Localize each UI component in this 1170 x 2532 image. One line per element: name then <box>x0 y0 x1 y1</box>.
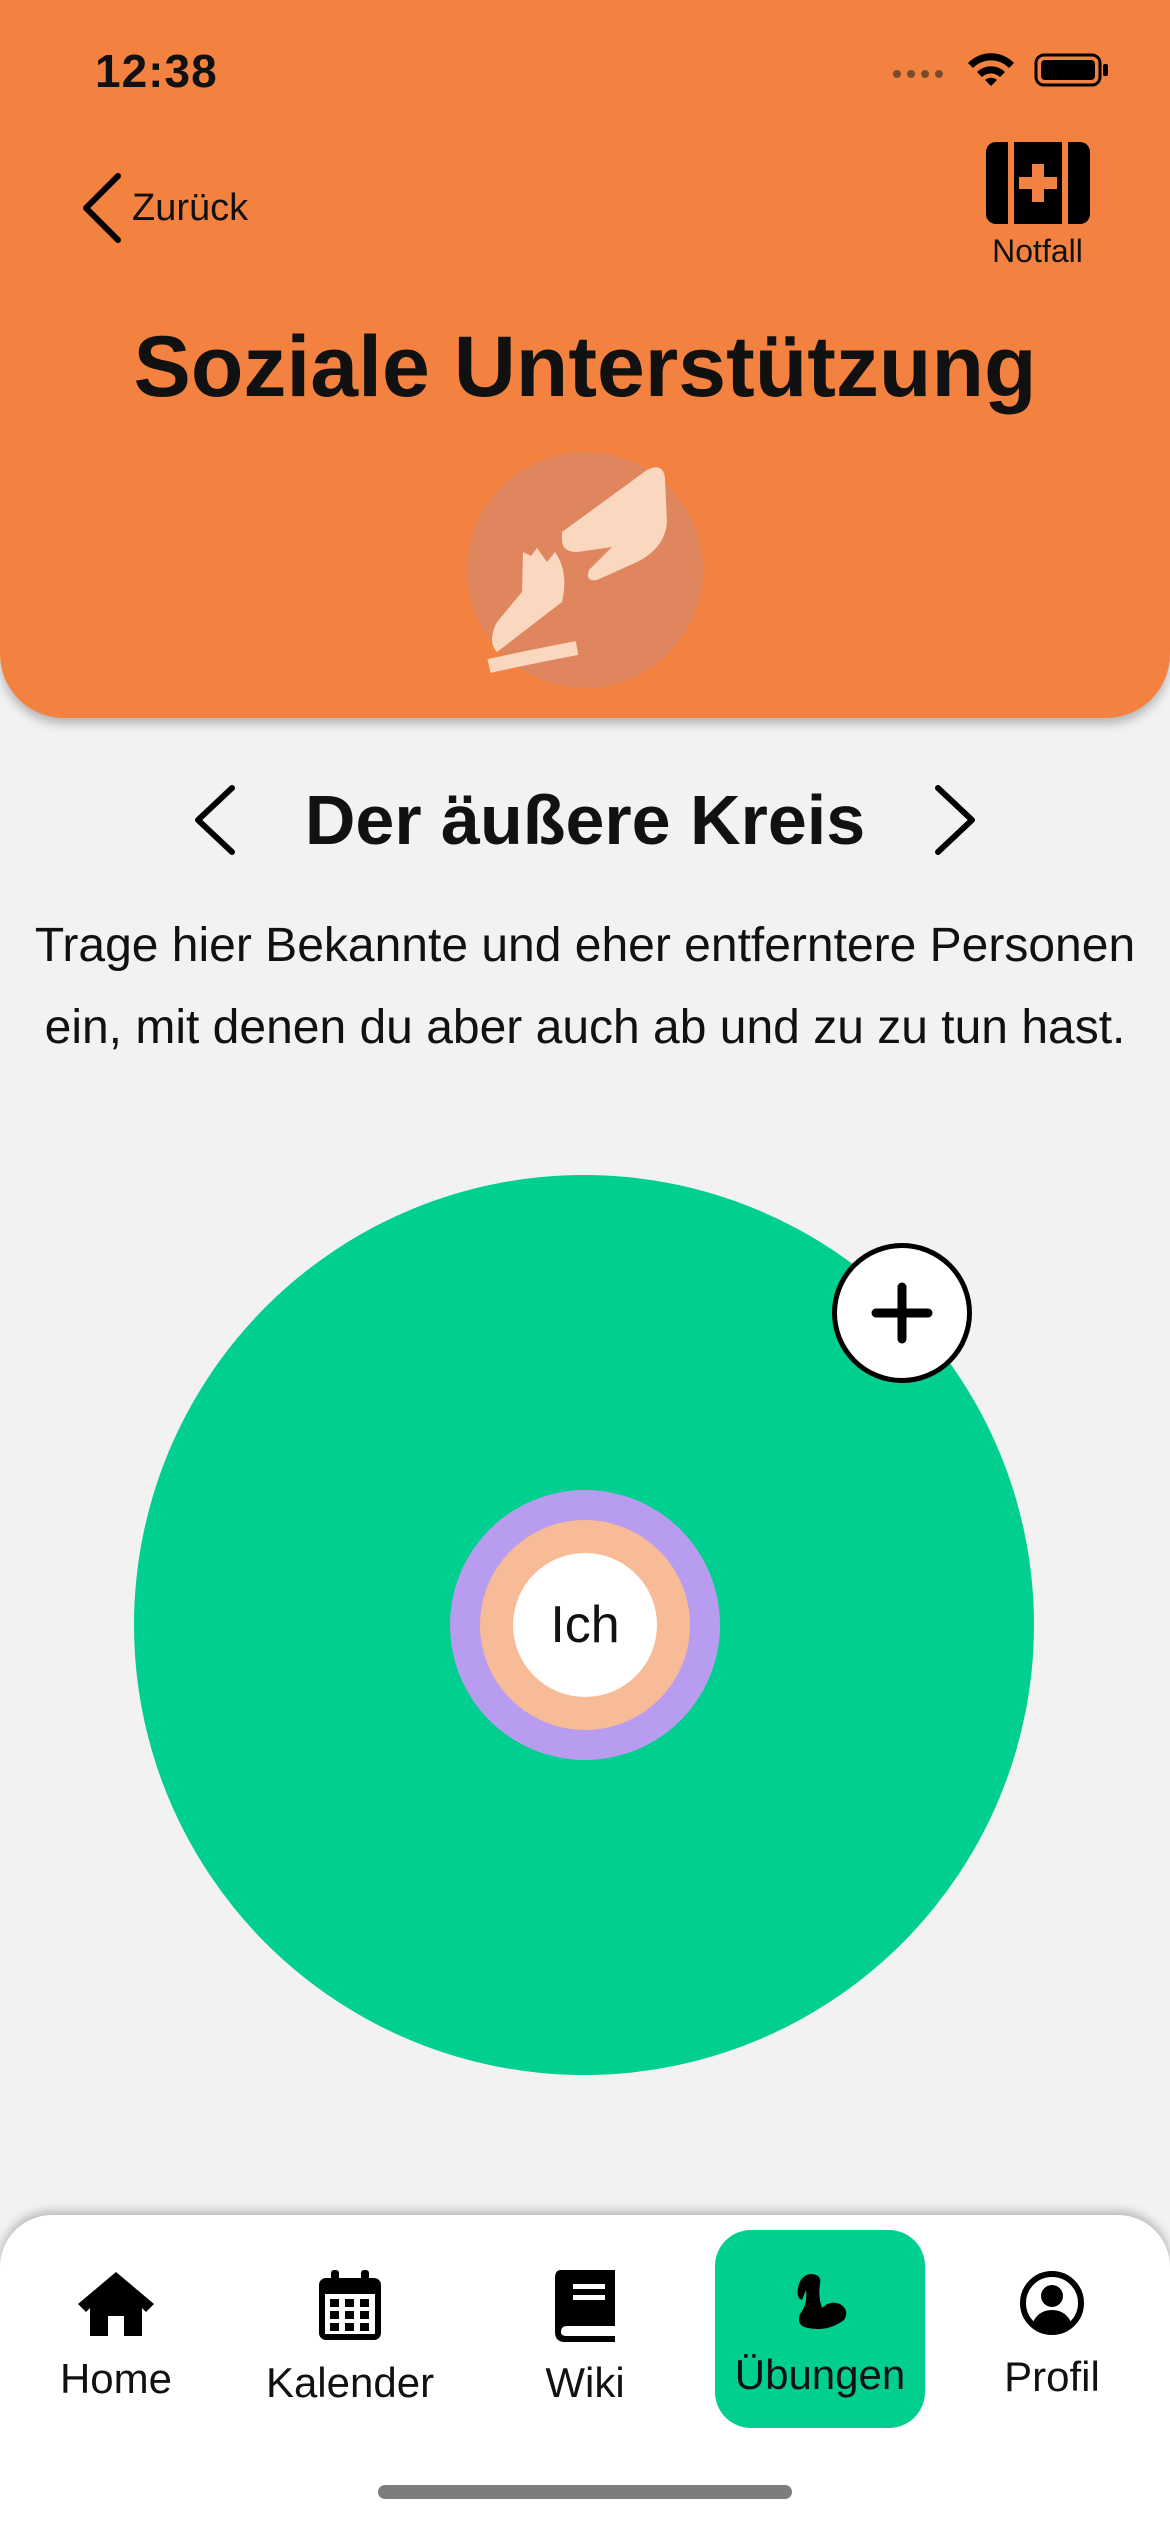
wifi-icon <box>968 53 1014 86</box>
next-section-button[interactable] <box>925 780 985 860</box>
profile-icon <box>1020 2271 1084 2335</box>
emergency-button[interactable]: Notfall <box>975 142 1100 270</box>
tab-home[interactable]: Home <box>11 2230 221 2428</box>
tab-label: Home <box>59 2355 173 2402</box>
tab-label: Profil <box>1004 2353 1100 2400</box>
emergency-label: Notfall <box>992 233 1083 269</box>
center-label: Ich <box>550 1596 620 1654</box>
back-label: Zurück <box>132 186 249 229</box>
center-me: Ich <box>513 1553 657 1697</box>
tab-calendar[interactable]: Kalender <box>245 2230 455 2428</box>
header: 12:38 Zurück Notfall Soziale Unterstützu… <box>0 0 1170 718</box>
section-navigation: Der äußere Kreis <box>0 780 1170 860</box>
calendar-icon <box>319 2270 381 2340</box>
chevron-left-icon <box>194 785 235 855</box>
book-icon <box>555 2270 615 2342</box>
chevron-left-icon <box>83 173 121 243</box>
signal-icon <box>893 70 943 78</box>
status-icons <box>892 50 1110 90</box>
tab-label: Kalender <box>265 2359 435 2406</box>
back-button[interactable]: Zurück <box>78 172 248 244</box>
home-indicator[interactable] <box>378 2485 792 2499</box>
first-aid-kit-icon <box>985 142 1090 224</box>
plus-icon <box>871 1282 933 1344</box>
tab-label: Wiki <box>545 2359 625 2406</box>
page-title: Soziale Unterstützung <box>133 319 1037 415</box>
muscle-icon <box>797 2274 847 2329</box>
battery-icon <box>1034 53 1108 87</box>
previous-section-button[interactable] <box>185 780 245 860</box>
add-person-button[interactable] <box>832 1243 972 1383</box>
chevron-right-icon <box>935 785 976 855</box>
tab-exercises[interactable]: Übungen <box>715 2230 925 2428</box>
section-description: Trage hier Bekannte und eher entferntere… <box>34 919 1136 1054</box>
tab-label: Übungen <box>734 2351 906 2398</box>
tab-wiki[interactable]: Wiki <box>480 2230 690 2428</box>
home-icon <box>78 2272 154 2336</box>
tab-profile[interactable]: Profil <box>947 2230 1157 2428</box>
section-title: Der äußere Kreis <box>304 781 866 859</box>
helping-hands-illustration <box>467 452 703 688</box>
status-time: 12:38 <box>95 45 218 97</box>
